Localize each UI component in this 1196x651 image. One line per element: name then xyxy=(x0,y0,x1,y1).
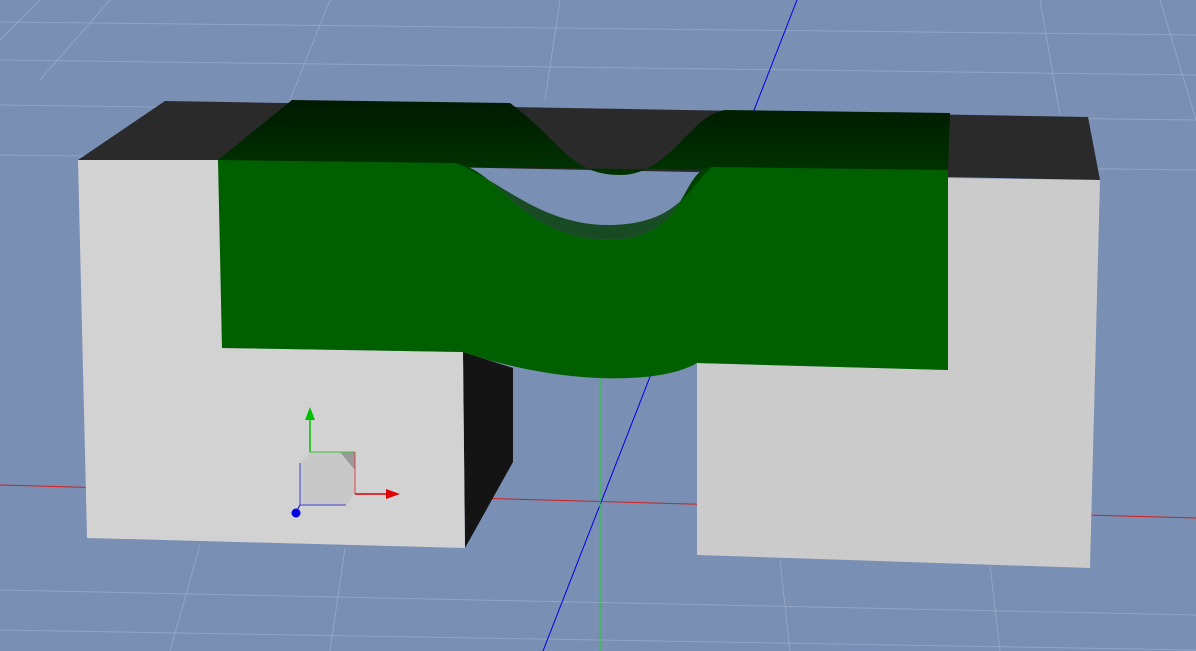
left-block-side xyxy=(463,352,513,548)
green-part-front xyxy=(218,160,948,379)
3d-viewport[interactable] xyxy=(0,0,1196,651)
